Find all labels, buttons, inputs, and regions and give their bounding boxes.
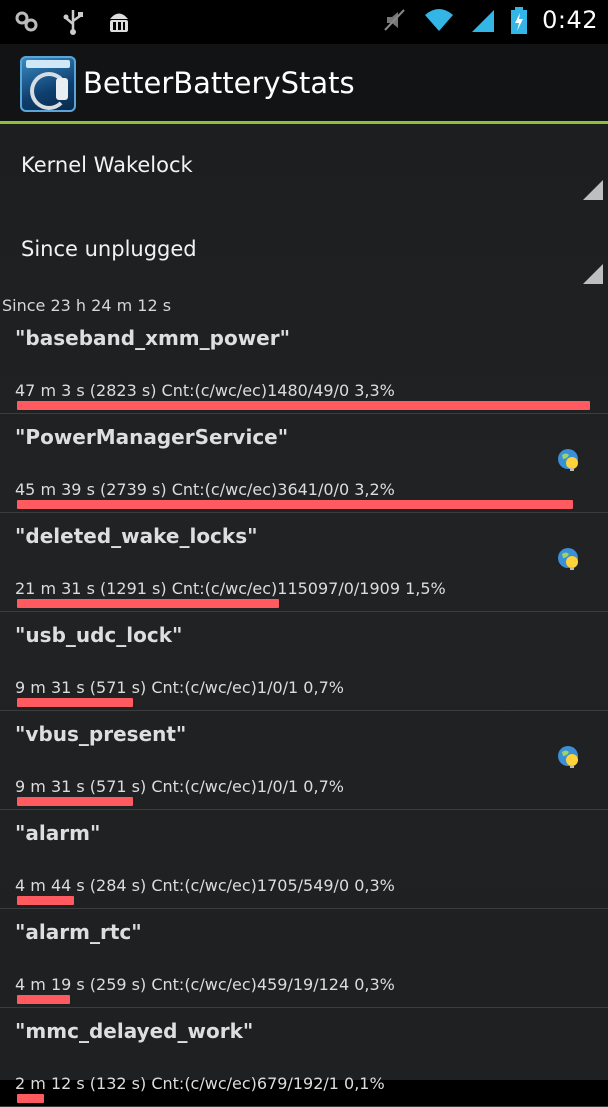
- wakelock-detail: 47 m 3 s (2823 s) Cnt:(c/wc/ec)1480/49/0…: [15, 381, 395, 400]
- wakelock-name: "deleted_wake_locks": [15, 524, 258, 548]
- stat-type-label: Kernel Wakelock: [21, 153, 193, 177]
- wakelock-detail: 4 m 44 s (284 s) Cnt:(c/wc/ec)1705/549/0…: [15, 876, 395, 895]
- wakelock-detail: 9 m 31 s (571 s) Cnt:(c/wc/ec)1/0/1 0,7%: [15, 777, 344, 796]
- wakelock-name: "alarm_rtc": [15, 920, 142, 944]
- wakelock-duration-bar: [17, 797, 133, 806]
- globe-lightbulb-icon: [558, 746, 578, 768]
- stat-period-label: Since unplugged: [21, 237, 197, 261]
- usb-icon: [63, 10, 83, 35]
- wakelock-duration-bar: [17, 599, 279, 608]
- since-duration: Since 23 h 24 m 12 s: [2, 296, 172, 315]
- wakelock-name: "alarm": [15, 821, 101, 845]
- dropdown-corner-icon: [583, 264, 603, 284]
- clock: 0:42: [542, 6, 598, 34]
- wakelock-duration-bar: [17, 698, 133, 707]
- stat-period-spinner[interactable]: Since unplugged: [0, 208, 608, 292]
- wakelock-row[interactable]: "alarm" 4 m 44 s (284 s) Cnt:(c/wc/ec)170…: [0, 809, 608, 909]
- wakelock-row[interactable]: "deleted_wake_locks" 21 m 31 s (1291 s) C…: [0, 512, 608, 612]
- wakelock-duration-bar: [17, 995, 70, 1004]
- wakelock-duration-bar: [17, 401, 590, 410]
- wakelock-duration-bar: [17, 896, 74, 905]
- notification-icons: [14, 6, 132, 36]
- stats-content: Kernel Wakelock Since unplugged Since 23…: [0, 124, 608, 1107]
- wakelock-detail: 9 m 31 s (571 s) Cnt:(c/wc/ec)1/0/1 0,7%: [15, 678, 344, 697]
- wakelock-name: "vbus_present": [15, 722, 187, 746]
- wakelock-name: "PowerManagerService": [15, 425, 289, 449]
- wakelock-name: "usb_udc_lock": [15, 623, 183, 647]
- signal-icon: [472, 10, 495, 32]
- wakelock-row[interactable]: "usb_udc_lock" 9 m 31 s (571 s) Cnt:(c/wc…: [0, 611, 608, 711]
- wakelock-detail: 4 m 19 s (259 s) Cnt:(c/wc/ec)459/19/124…: [15, 975, 395, 994]
- wakelock-name: "mmc_delayed_work": [15, 1019, 254, 1043]
- app-logo[interactable]: [20, 56, 76, 112]
- muted-speaker-icon: [384, 9, 405, 31]
- stat-type-spinner[interactable]: Kernel Wakelock: [0, 124, 608, 208]
- globe-lightbulb-icon: [558, 548, 578, 570]
- wakelock-duration-bar: [17, 1094, 44, 1103]
- dropdown-corner-icon: [583, 180, 603, 200]
- wakelock-row[interactable]: "alarm_rtc" 4 m 19 s (259 s) Cnt:(c/wc/ec…: [0, 908, 608, 1008]
- wakelock-detail: 2 m 12 s (132 s) Cnt:(c/wc/ec)679/192/1 …: [15, 1074, 385, 1093]
- globe-lightbulb-icon: [558, 449, 578, 471]
- wakelock-detail: 45 m 39 s (2739 s) Cnt:(c/wc/ec)3641/0/0…: [15, 480, 395, 499]
- wakelock-name: "baseband_xmm_power": [15, 326, 291, 350]
- wakelock-duration-bar: [17, 500, 573, 509]
- status-bar: 0:42: [0, 0, 608, 44]
- wifi-icon: [425, 9, 454, 31]
- wakelock-row[interactable]: "vbus_present" 9 m 31 s (571 s) Cnt:(c/wc…: [0, 710, 608, 810]
- clover-icon: [15, 11, 38, 32]
- action-bar: BetterBatteryStats: [0, 44, 608, 124]
- app-title: BetterBatteryStats: [83, 66, 355, 100]
- wakelock-row[interactable]: "baseband_xmm_power" 47 m 3 s (2823 s) Cn…: [0, 314, 608, 414]
- wakelock-row[interactable]: "mmc_delayed_work" 2 m 12 s (132 s) Cnt:(…: [0, 1007, 608, 1107]
- wakelock-detail: 21 m 31 s (1291 s) Cnt:(c/wc/ec)115097/0…: [15, 579, 446, 598]
- battery-charging-icon: [511, 7, 528, 34]
- wakelock-row[interactable]: "PowerManagerService" 45 m 39 s (2739 s) …: [0, 413, 608, 513]
- android-debug-icon: [110, 13, 128, 32]
- system-icons: 0:42: [382, 5, 598, 35]
